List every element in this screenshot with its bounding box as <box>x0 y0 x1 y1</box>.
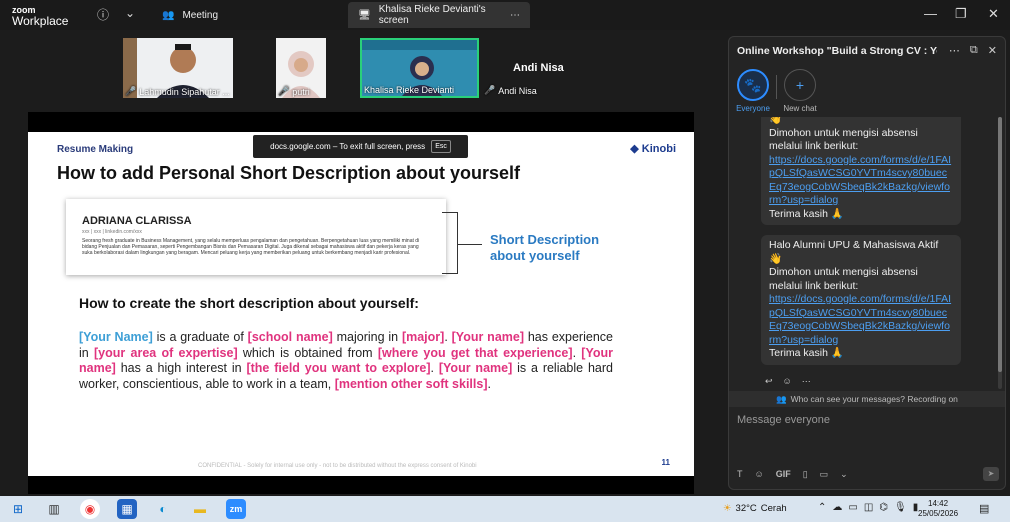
notification-icon[interactable]: ▤ <box>979 502 989 515</box>
display-icon[interactable]: ▭ <box>848 502 857 513</box>
send-button[interactable]: ➤ <box>983 467 999 481</box>
more-icon[interactable]: ⋯ <box>949 44 960 57</box>
windows-taskbar: ⊞ ▥ ◉ ▦ ◐ ▬ zm ☀ 32°C Cerah ⌃ ☁ ▭ ◫ ⌬ 🎙 … <box>0 496 1010 522</box>
video-tile-khalisa[interactable]: Khalisa Rieke Devianti <box>360 38 479 98</box>
mic-muted-icon: 🎤 <box>125 86 137 96</box>
close-icon[interactable]: ✕ <box>988 6 999 22</box>
message-input[interactable]: Message everyone <box>737 414 830 426</box>
callout-label: Short Description about yourself <box>490 232 600 263</box>
title-bar: zoom Workplace ⓘ ⌄ 👥 Meeting 🖥 Khalisa R… <box>0 0 1010 30</box>
chevron-down-icon[interactable]: ⌄ <box>840 469 848 480</box>
emoji-icon[interactable]: ☺ <box>755 469 764 480</box>
people-icon: 👥 <box>162 9 175 21</box>
resume-name: ADRIANA CLARISSA <box>82 215 192 227</box>
bracket-connector <box>442 212 458 274</box>
channel-label: New chat <box>783 104 817 113</box>
tab-shared-screen[interactable]: 🖥 Khalisa Rieke Devianti's screen ⋯ <box>348 2 530 28</box>
channel-new-chat[interactable]: + New chat <box>782 69 818 113</box>
tab-meeting[interactable]: 👥 Meeting <box>152 2 228 28</box>
video-tile-putri[interactable]: 🎤 putri <box>276 38 326 98</box>
mic-icon[interactable]: 🎙 <box>894 502 907 513</box>
slide-title: How to add Personal Short Description ab… <box>57 163 521 183</box>
windows-start-icon[interactable]: ⊞ <box>8 499 28 519</box>
mic-muted-icon: 🎤 <box>278 86 290 96</box>
chat-title: Online Workshop "Build a Strong CV : You… <box>737 45 937 57</box>
composer-toolbar: T ☺ GIF ▯ ▭ ⌄ <box>737 469 848 480</box>
text-format-icon[interactable]: T <box>737 469 743 480</box>
restore-icon[interactable]: ❐ <box>955 6 967 22</box>
store-icon[interactable]: ▦ <box>117 499 137 519</box>
form-link[interactable]: https://docs.google.com/forms/d/e/1FAIpQ… <box>769 293 951 346</box>
message-list[interactable]: 👋 Dimohon untuk mengisi absensi melalui … <box>729 117 999 389</box>
info-icon[interactable]: ⓘ <box>97 6 109 23</box>
chat-message: Halo Alumni UPU & Mahasiswa Aktif 👋 Dimo… <box>761 235 961 365</box>
onedrive-icon[interactable]: ☁ <box>832 502 842 513</box>
minimize-icon[interactable]: — <box>924 6 937 21</box>
zoom-logo: zoom Workplace <box>12 5 69 28</box>
screenshot-icon[interactable]: ▭ <box>820 469 829 480</box>
form-link[interactable]: https://docs.google.com/forms/d/e/1FAIpQ… <box>769 154 951 207</box>
connector-line <box>458 244 482 245</box>
participant-name-andi: 🎤 Andi Nisa <box>484 85 537 96</box>
weather-widget[interactable]: ☀ 32°C Cerah <box>723 503 787 514</box>
chevron-up-icon[interactable]: ⌃ <box>818 502 826 513</box>
more-icon[interactable]: ⋯ <box>510 10 520 21</box>
participant-name: 🎤 Lahmudin Sipahutar ... <box>125 86 230 97</box>
edge-icon[interactable]: ◐ <box>153 499 173 519</box>
recording-notice[interactable]: 👥 Who can see your messages? Recording o… <box>729 391 1005 407</box>
mic-muted-icon: 🎤 <box>484 85 496 95</box>
fullscreen-exit-banner: docs.google.com – To exit full screen, p… <box>253 135 468 158</box>
zoom-icon[interactable]: zm <box>226 499 246 519</box>
video-tile-lahmudin[interactable]: 🎤 Lahmudin Sipahutar ... <box>123 38 233 98</box>
video-strip: 🎤 Lahmudin Sipahutar ... 🎤 putri Khalisa… <box>0 30 726 112</box>
kinobi-logo: ◆ Kinobi <box>630 143 676 155</box>
clock[interactable]: 14:42 25/05/2026 <box>918 499 958 519</box>
emoji-reaction-icon[interactable]: ☺ <box>783 376 792 387</box>
more-icon[interactable]: ⋯ <box>802 376 811 387</box>
tab-meeting-label: Meeting <box>182 9 219 21</box>
network-icon[interactable]: ⌬ <box>879 502 888 513</box>
participant-name: Khalisa Rieke Devianti <box>364 85 455 95</box>
people-icon: 👥 <box>776 393 787 404</box>
resume-example-card: ADRIANA CLARISSA xxx | xxx | linkedin.co… <box>66 199 446 275</box>
confidential-footer: CONFIDENTIAL - Solely for internal use o… <box>198 463 477 469</box>
slide-page-number: 11 <box>661 458 670 467</box>
channel-label: Everyone <box>736 104 770 113</box>
tab-shared-screen-label: Khalisa Rieke Devianti's screen <box>378 4 486 26</box>
paw-icon: 🐾 <box>737 69 769 101</box>
chat-panel: Online Workshop "Build a Strong CV : You… <box>728 36 1006 490</box>
screen-share-icon: 🖥 <box>358 9 371 21</box>
pop-out-icon[interactable]: ⧉ <box>970 44 978 57</box>
close-icon[interactable]: ✕ <box>988 44 997 57</box>
plus-icon: + <box>784 69 816 101</box>
sun-icon: ☀ <box>723 503 732 514</box>
system-tray: ⌃ ☁ ▭ ◫ ⌬ 🎙 ▮ <box>818 502 918 513</box>
logo-bottom-text: Workplace <box>12 14 69 28</box>
template-paragraph: [Your Name] is a graduate of [school nam… <box>79 330 614 391</box>
chat-message: 👋 Dimohon untuk mengisi absensi melalui … <box>761 117 961 225</box>
chat-scrollbar[interactable] <box>998 117 1002 389</box>
zoom-window: zoom Workplace ⓘ ⌄ 👥 Meeting 🖥 Khalisa R… <box>0 0 1010 522</box>
divider <box>776 75 777 99</box>
resume-contact: xxx | xxx | linkedin.com/xxx <box>82 229 142 235</box>
gif-button[interactable]: GIF <box>776 469 791 480</box>
file-icon[interactable]: ▯ <box>803 469 808 480</box>
chrome-icon[interactable]: ◉ <box>80 499 100 519</box>
slide-topic: Resume Making <box>57 144 134 155</box>
reply-icon[interactable]: ↩ <box>765 376 773 387</box>
message-actions: ↩ ☺ ⋯ <box>765 376 811 387</box>
file-explorer-icon[interactable]: ▬ <box>190 499 210 519</box>
esc-key-hint[interactable]: Esc <box>431 140 451 153</box>
chat-header-actions: ⋯ ⧉ ✕ <box>949 44 997 57</box>
channel-everyone[interactable]: 🐾 Everyone <box>735 69 771 113</box>
active-speaker-label: Andi Nisa <box>513 62 564 74</box>
meet-icon[interactable]: ◫ <box>864 502 873 513</box>
resume-description: Seorang fresh graduate in Business Manag… <box>82 238 420 256</box>
slide-subheading: How to create the short description abou… <box>79 295 419 311</box>
presentation-slide: Resume Making ◆ Kinobi How to add Person… <box>28 132 694 476</box>
chevron-down-icon[interactable]: ⌄ <box>125 6 135 20</box>
task-view-icon[interactable]: ▥ <box>44 499 64 519</box>
participant-name: 🎤 putri <box>278 86 310 97</box>
scroll-thumb[interactable] <box>998 117 1002 372</box>
